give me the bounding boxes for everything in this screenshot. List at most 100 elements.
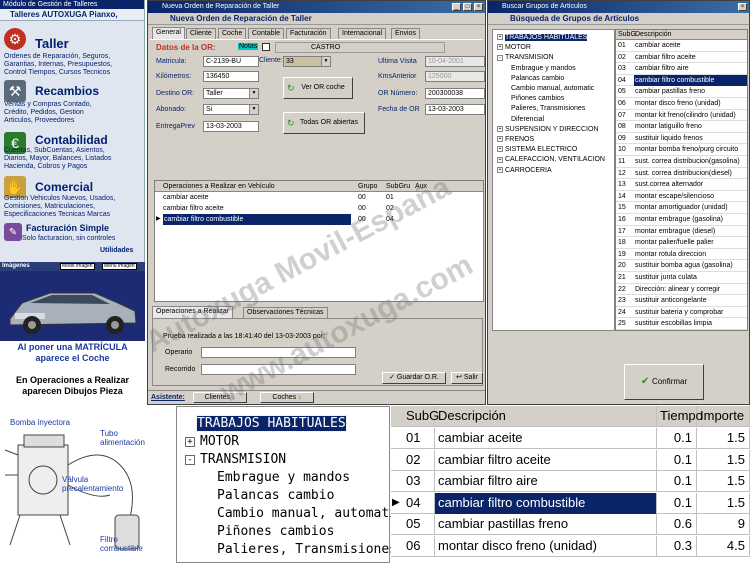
tab-contable[interactable]: Contable (248, 28, 285, 39)
zoomed-table-row[interactable]: montar disco freno (unidad) 06 0.3 4.5 (391, 535, 750, 557)
table-row[interactable]: 15 montar amortiguador (unidad) (616, 202, 747, 214)
tree-node[interactable]: Palieres, Transmisiones (511, 104, 585, 113)
destino-select[interactable]: Taller ▼ (203, 88, 259, 99)
tab-observaciones[interactable]: Observaciones Técnicas (243, 307, 328, 318)
table-row[interactable]: 07 montar kit freno(cilindro (unidad) (616, 110, 747, 122)
expand-icon[interactable]: + (185, 436, 195, 447)
tree-node[interactable]: + SUSPENSION Y DIRECCION (497, 125, 599, 134)
table-row[interactable]: 16 montar embrague (gasolina) (616, 214, 747, 226)
tree-node[interactable]: + TRABAJOS HABITUALES (497, 33, 588, 42)
table-row[interactable]: 20 sustituir bomba agua (gasolina) (616, 260, 747, 272)
table-row[interactable]: 01 cambiar aceite (616, 40, 747, 52)
tree-node[interactable]: Piñones cambios (511, 94, 564, 103)
tree-node[interactable]: + MOTOR (497, 43, 531, 52)
menu-recambios[interactable]: ⚒ Recambios Ventas y Compras Contado, Cr… (0, 80, 140, 130)
confirmar-button[interactable]: ✔ Confirmar (624, 364, 704, 400)
table-row[interactable]: 05 cambiar pastillas freno (616, 86, 747, 98)
tab-envios[interactable]: Envios (391, 28, 421, 39)
tree-node[interactable]: Embrague y mandos (511, 64, 576, 73)
todas-or-button[interactable]: ↻ Todas OR abiertas (283, 112, 365, 134)
salir-button[interactable]: ↩ Salir (451, 372, 483, 384)
or-numero-field[interactable]: 200300038 (425, 88, 485, 99)
recorrido-input[interactable] (201, 364, 356, 375)
operario-input[interactable] (201, 347, 356, 358)
zoomed-table-row[interactable]: cambiar filtro aceite 02 0.1 1.5 (391, 449, 750, 471)
tree-node[interactable]: + SISTEMA ELECTRICO (497, 145, 577, 154)
table-row[interactable]: 14 montar escape/silencioso (616, 191, 747, 203)
menu-taller[interactable]: ⚙ Taller Ordenes de Reparación, Seguros,… (0, 25, 140, 80)
expand-icon[interactable]: + (497, 146, 503, 153)
collapse-icon[interactable]: - (185, 454, 195, 465)
tab-cliente[interactable]: Cliente (186, 28, 216, 39)
zoomed-tree-node[interactable]: Palieres, Transmisiones (217, 541, 397, 559)
expand-icon[interactable]: + (497, 166, 503, 173)
chevron-down-icon[interactable]: ▼ (249, 89, 258, 98)
notas-checkbox[interactable] (262, 43, 270, 51)
abonado-select[interactable]: Si ▼ (203, 104, 259, 115)
menu-comercial[interactable]: ✋ Comercial Gestion Vehiculos Nuevos, Us… (0, 176, 140, 221)
tree-node[interactable]: Palancas cambio (511, 74, 564, 83)
close-icon[interactable]: × (738, 3, 747, 11)
chevron-down-icon[interactable]: ▼ (321, 57, 330, 66)
zoomed-tree-node[interactable]: Embrague y mandos (217, 469, 350, 487)
expand-icon[interactable]: + (497, 136, 503, 143)
expand-icon[interactable]: + (497, 156, 503, 163)
table-row[interactable]: 04 cambiar filtro combustible (616, 74, 747, 87)
menu-utilidades[interactable]: Utilidades (100, 247, 133, 254)
table-row[interactable]: 09 sustituir liquido frenos (616, 133, 747, 145)
guardar-button[interactable]: ✓ Guardar O.R. (382, 372, 446, 384)
chevron-down-icon[interactable]: ▼ (249, 105, 258, 114)
zoomed-table-row[interactable]: cambiar pastillas freno 05 0.6 9 (391, 514, 750, 535)
expand-icon[interactable]: + (497, 44, 503, 51)
menu-contabilidad[interactable]: € Contabilidad Cuentas, SubCuentas, Asie… (0, 130, 140, 175)
zoomed-tree-node[interactable]: Palancas cambio (217, 487, 334, 505)
tab-facturacion[interactable]: Facturación (286, 28, 331, 39)
table-row[interactable]: cambiar aceite 00 01 (155, 192, 483, 203)
table-row[interactable]: 13 sust.correa alternador (616, 179, 747, 191)
maximize-icon[interactable]: □ (463, 3, 472, 11)
tree-node[interactable]: + CARROCERIA (497, 166, 552, 175)
zoomed-tree-node[interactable]: Piñones cambios (217, 523, 334, 541)
table-row[interactable]: 17 montar embrague (diesel) (616, 226, 747, 238)
zoomed-table-row[interactable]: ▶ cambiar filtro combustible 04 0.1 1.5 (391, 492, 750, 514)
table-row[interactable]: 18 montar palier/fuelle palier (616, 237, 747, 249)
tree-node[interactable]: Diferencial (511, 115, 544, 124)
table-row[interactable]: 12 sust. correa distribucion(diesel) (616, 168, 747, 180)
table-row[interactable]: cambiar filtro aceite 00 02 (155, 203, 483, 214)
table-row[interactable]: 02 cambiar filtro aceite (616, 52, 747, 64)
km-input[interactable]: 136450 (203, 71, 259, 82)
tree-node[interactable]: Cambio manual, automatic (511, 84, 594, 93)
table-row[interactable]: 22 Dirección: alinear y corregir (616, 284, 747, 296)
modo-imagen-button[interactable]: Modo Imagen (60, 263, 95, 270)
tab-general[interactable]: General (152, 27, 185, 39)
coches-button[interactable]: Coches ↓ (260, 392, 314, 403)
menu-imagen-button[interactable]: Menu Imagen (102, 263, 137, 270)
menu-facturacion[interactable]: ✎ Facturación Simple Solo facturacion, s… (0, 221, 140, 249)
close-icon[interactable]: × (474, 3, 483, 11)
table-row[interactable]: 10 montar bomba freno/purg circuito (616, 144, 747, 156)
expand-icon[interactable]: + (497, 125, 503, 132)
table-row-selected[interactable]: ▶ cambiar filtro combustible 00 04 (155, 214, 483, 225)
cliente-select[interactable]: 33 ▼ (283, 56, 331, 67)
table-row[interactable]: 21 sustituir junta culata (616, 272, 747, 284)
table-row[interactable]: 24 sustituir bateria y comprobar (616, 307, 747, 319)
entrega-input[interactable]: 13-03-2003 (203, 121, 259, 132)
table-row[interactable]: 23 sustituir anticongelante (616, 295, 747, 307)
zoomed-tree-node[interactable]: TRABAJOS HABITUALES (185, 415, 347, 433)
table-row[interactable]: 11 sust. correa distribucion(gasolina) (616, 156, 747, 168)
zoomed-table-row[interactable]: cambiar aceite 01 0.1 1.5 (391, 428, 750, 449)
zoomed-tree-node[interactable]: Cambio manual, automatic (217, 505, 405, 523)
tab-coche[interactable]: Coche (218, 28, 247, 39)
zoomed-tree-node[interactable]: - TRANSMISION (185, 451, 286, 469)
zoomed-tree-node[interactable]: + MOTOR (185, 433, 239, 451)
table-row[interactable]: 19 montar rotula direccion (616, 249, 747, 261)
fecha-or-input[interactable]: 13-03-2003 (425, 104, 485, 115)
clientes-button[interactable]: Clientes ↓ (193, 392, 247, 403)
matricula-input[interactable]: C-2139-BU (203, 56, 259, 67)
zoomed-table-row[interactable]: cambiar filtro aire 03 0.1 1.5 (391, 471, 750, 492)
ver-or-coche-button[interactable]: ↻ Ver OR coche (283, 77, 353, 99)
table-row[interactable]: 03 cambiar filtro aire (616, 63, 747, 75)
collapse-icon[interactable]: - (497, 54, 503, 61)
table-row[interactable]: 08 montar latiguillo freno (616, 121, 747, 133)
tab-operaciones[interactable]: Operaciones a Realizar (152, 306, 234, 318)
